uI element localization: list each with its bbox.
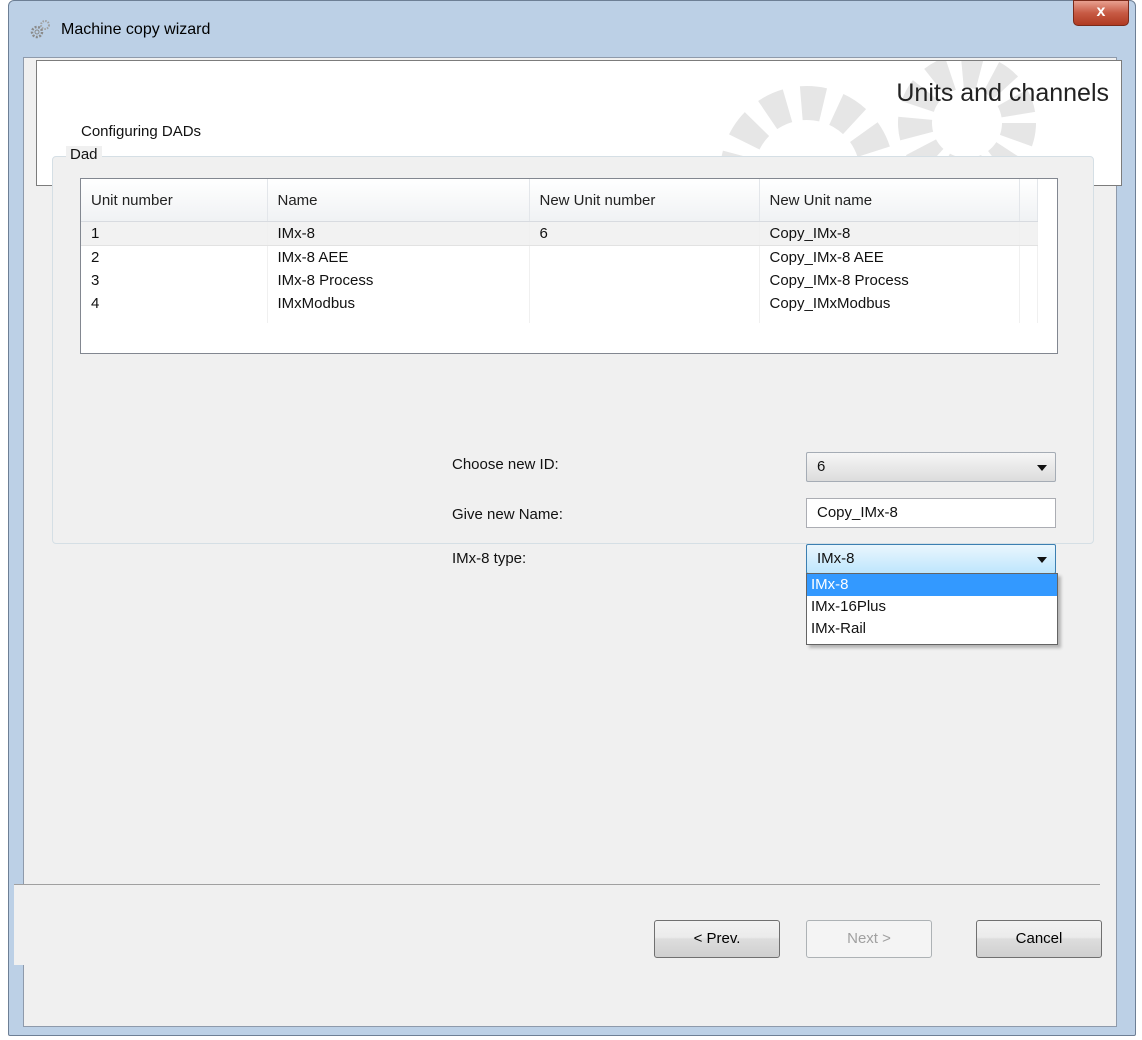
wizard-footer (14, 885, 1100, 965)
table-cell-empty (529, 315, 760, 323)
type-option-imx-8[interactable]: IMx-8 (807, 574, 1057, 596)
table-cell-filler (1019, 221, 1038, 246)
table-cell-empty (267, 315, 530, 323)
table-row[interactable]: 2 IMx-8 AEE Copy_IMx-8 AEE (81, 245, 1038, 269)
table-cell-filler (1019, 292, 1038, 315)
column-header-unit-number[interactable]: Unit number (81, 179, 268, 222)
column-header-new-unit-name[interactable]: New Unit name (759, 179, 1020, 222)
header-subtitle: Configuring DADs (81, 123, 202, 140)
type-label: IMx-8 type: (452, 550, 527, 567)
gears-icon (30, 20, 50, 39)
column-header-filler (1019, 179, 1038, 222)
table-cell[interactable]: Copy_IMx-8 Process (759, 269, 1020, 292)
table-cell-filler (1019, 245, 1038, 269)
table-cell[interactable] (529, 269, 760, 292)
choose-id-label: Choose new ID: (452, 456, 559, 473)
table-cell[interactable] (529, 245, 760, 269)
type-option-imx-16plus[interactable]: IMx-16Plus (807, 596, 1057, 618)
table-cell[interactable]: Copy_IMx-8 AEE (759, 245, 1020, 269)
type-dropdown-list[interactable]: IMx-8 IMx-16Plus IMx-Rail (806, 573, 1058, 645)
table-cell[interactable]: IMx-8 (267, 221, 530, 246)
type-value: IMx-8 (817, 550, 855, 567)
chevron-down-icon[interactable] (1037, 465, 1047, 471)
title-bar[interactable]: Machine copy wizard x (9, 0, 1135, 55)
close-button[interactable]: x (1073, 0, 1129, 26)
table-row[interactable]: 1 IMx-8 6 Copy_IMx-8 (81, 221, 1038, 246)
header-title: Units and channels (896, 79, 1109, 107)
table-cell[interactable]: Copy_IMx-8 (759, 221, 1020, 246)
table-cell[interactable]: 4 (81, 292, 268, 315)
new-id-value: 6 (817, 458, 826, 475)
chevron-down-icon[interactable] (1037, 557, 1047, 563)
table-cell-filler (1019, 269, 1038, 292)
table-cell-empty (1019, 315, 1038, 323)
type-option-imx-rail[interactable]: IMx-Rail (807, 618, 1057, 640)
prev-button[interactable]: < Prev. (654, 920, 780, 958)
dad-group-label: Dad (66, 146, 102, 163)
table-row-new[interactable] (81, 315, 1038, 323)
units-grid[interactable]: Unit number Name New Unit number New Uni… (80, 178, 1058, 354)
table-cell[interactable]: 2 (81, 245, 268, 269)
next-button[interactable]: Next > (806, 920, 932, 958)
cancel-button[interactable]: Cancel (976, 920, 1102, 958)
window-title: Machine copy wizard (61, 21, 211, 38)
table-cell[interactable]: 1 (81, 221, 268, 246)
table-cell-empty (759, 315, 1020, 323)
table-cell[interactable]: IMxModbus (267, 292, 530, 315)
table-cell[interactable]: 3 (81, 269, 268, 292)
type-combobox[interactable]: IMx-8 (806, 544, 1056, 574)
table-cell[interactable]: Copy_IMxModbus (759, 292, 1020, 315)
table-cell[interactable]: IMx-8 Process (267, 269, 530, 292)
new-name-label: Give new Name: (452, 506, 563, 523)
table-cell-empty (81, 315, 268, 323)
table-cell[interactable]: IMx-8 AEE (267, 245, 530, 269)
table-row[interactable]: 3 IMx-8 Process Copy_IMx-8 Process (81, 269, 1038, 292)
table-cell[interactable]: 6 (529, 221, 760, 246)
new-id-combobox[interactable]: 6 (806, 452, 1056, 482)
column-header-new-unit-number[interactable]: New Unit number (529, 179, 760, 222)
grid-header-row: Unit number Name New Unit number New Uni… (81, 179, 1038, 222)
table-cell[interactable] (529, 292, 760, 315)
new-name-field[interactable]: Copy_IMx-8 (806, 498, 1056, 528)
table-row[interactable]: 4 IMxModbus Copy_IMxModbus (81, 292, 1038, 315)
column-header-name[interactable]: Name (267, 179, 530, 222)
